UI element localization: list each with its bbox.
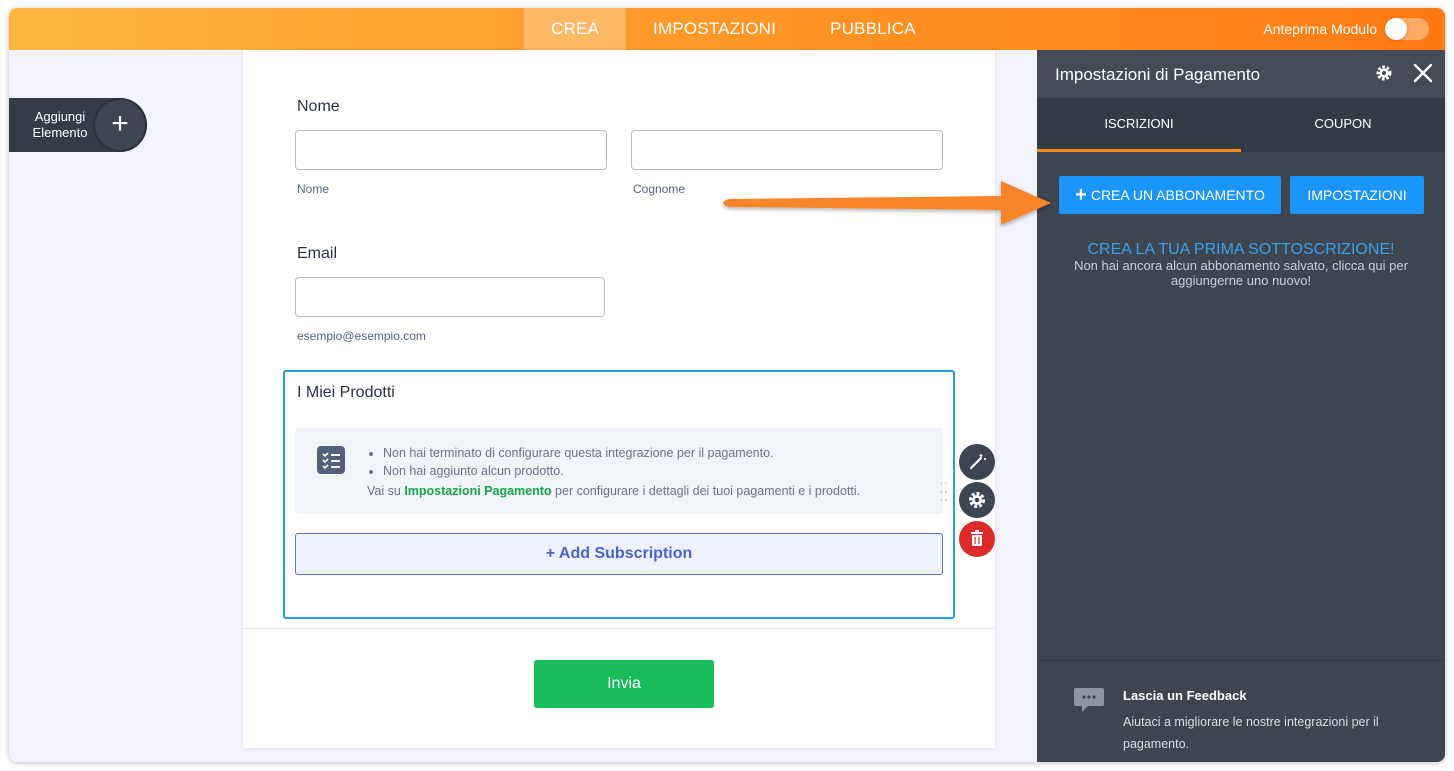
notice-instructions: Vai su Impostazioni Pagamento per config… — [367, 484, 860, 498]
my-products-field[interactable]: I Miei Prodotti Non hai terminato di con… — [283, 370, 955, 619]
panel-header: Impostazioni di Pagamento — [1037, 50, 1445, 98]
panel-tabs: ISCRIZIONI COUPON — [1037, 98, 1445, 152]
first-name-sublabel: Nome — [297, 182, 330, 196]
payment-notice: Non hai terminato di configurare questa … — [295, 428, 943, 514]
add-element-button[interactable]: Aggiungi Elemento + — [9, 98, 147, 152]
tab-crea[interactable]: CREA — [524, 8, 627, 50]
create-subscription-label: CREA UN ABBONAMENTO — [1090, 187, 1265, 203]
plus-icon: + — [1075, 184, 1087, 206]
notice-suffix: per configurare i dettagli dei tuoi paga… — [555, 484, 861, 498]
email-field-label: Email — [297, 245, 338, 262]
create-subscription-button[interactable]: + CREA UN ABBONAMENTO — [1059, 176, 1281, 214]
products-title: I Miei Prodotti — [297, 384, 395, 401]
email-sublabel: esempio@esempio.com — [297, 329, 426, 343]
feedback-title[interactable]: Lascia un Feedback — [1123, 688, 1247, 703]
name-field-label: Nome — [297, 98, 340, 115]
last-name-input[interactable] — [631, 130, 943, 170]
subscription-settings-button[interactable]: IMPOSTAZIONI — [1290, 176, 1424, 214]
tab-impostazioni[interactable]: IMPOSTAZIONI — [626, 8, 803, 50]
payment-settings-panel: Impostazioni di Pagamento ISCRIZIONI COU… — [1037, 50, 1445, 762]
notice-item: Non hai terminato di configurare questa … — [383, 444, 774, 462]
add-subscription-button[interactable]: + Add Subscription — [295, 533, 943, 575]
toggle-knob — [1385, 18, 1407, 40]
gear-icon[interactable] — [1375, 64, 1393, 82]
app-frame: CREA IMPOSTAZIONI PUBBLICA Anteprima Mod… — [9, 8, 1445, 762]
form-divider — [243, 628, 995, 629]
feedback-section: Lascia un Feedback Aiutaci a migliorare … — [1037, 660, 1445, 762]
submit-button[interactable]: Invia — [534, 660, 714, 708]
notice-item: Non hai aggiunto alcun prodotto. — [383, 462, 774, 480]
add-element-label: Aggiungi Elemento — [32, 109, 88, 140]
chat-bubble-icon — [1073, 683, 1105, 715]
pointer-arrow — [723, 181, 1051, 225]
close-icon[interactable] — [1413, 63, 1433, 83]
tab-pubblica[interactable]: PUBBLICA — [803, 8, 943, 50]
first-name-input[interactable] — [295, 130, 607, 170]
trash-icon[interactable] — [959, 521, 995, 557]
gear-icon[interactable] — [959, 482, 995, 518]
panel-title: Impostazioni di Pagamento — [1055, 65, 1261, 84]
tab-coupon[interactable]: COUPON — [1241, 98, 1445, 152]
preview-form-label: Anteprima Modulo — [1263, 21, 1377, 37]
feedback-text: Aiutaci a migliorare le nostre integrazi… — [1123, 715, 1379, 751]
notice-list: Non hai terminato di configurare questa … — [383, 444, 774, 480]
notice-prefix: Vai su — [367, 484, 401, 498]
wand-icon[interactable] — [959, 444, 995, 480]
empty-state-title[interactable]: CREA LA TUA PRIMA SOTTOSCRIZIONE! — [1037, 241, 1445, 259]
last-name-sublabel: Cognome — [633, 182, 686, 196]
tab-iscrizioni[interactable]: ISCRIZIONI — [1037, 98, 1241, 152]
form-canvas: Nome Nome Cognome Email esempio@esempio.… — [243, 50, 995, 748]
empty-state-subtitle[interactable]: Non hai ancora alcun abbonamento salvato… — [1057, 258, 1425, 288]
payment-settings-link[interactable]: Impostazioni Pagamento — [404, 484, 551, 498]
main-tabs: CREA IMPOSTAZIONI PUBBLICA — [524, 8, 943, 50]
email-input[interactable] — [295, 277, 605, 317]
preview-form-control: Anteprima Modulo — [1263, 18, 1429, 40]
top-navigation-bar: CREA IMPOSTAZIONI PUBBLICA Anteprima Mod… — [9, 8, 1445, 50]
preview-form-toggle[interactable] — [1385, 18, 1429, 40]
drag-handle-icon[interactable]: ⁚⁚ ⁚⁚ — [939, 481, 948, 503]
checklist-icon — [317, 446, 345, 474]
plus-icon[interactable]: + — [93, 98, 147, 152]
